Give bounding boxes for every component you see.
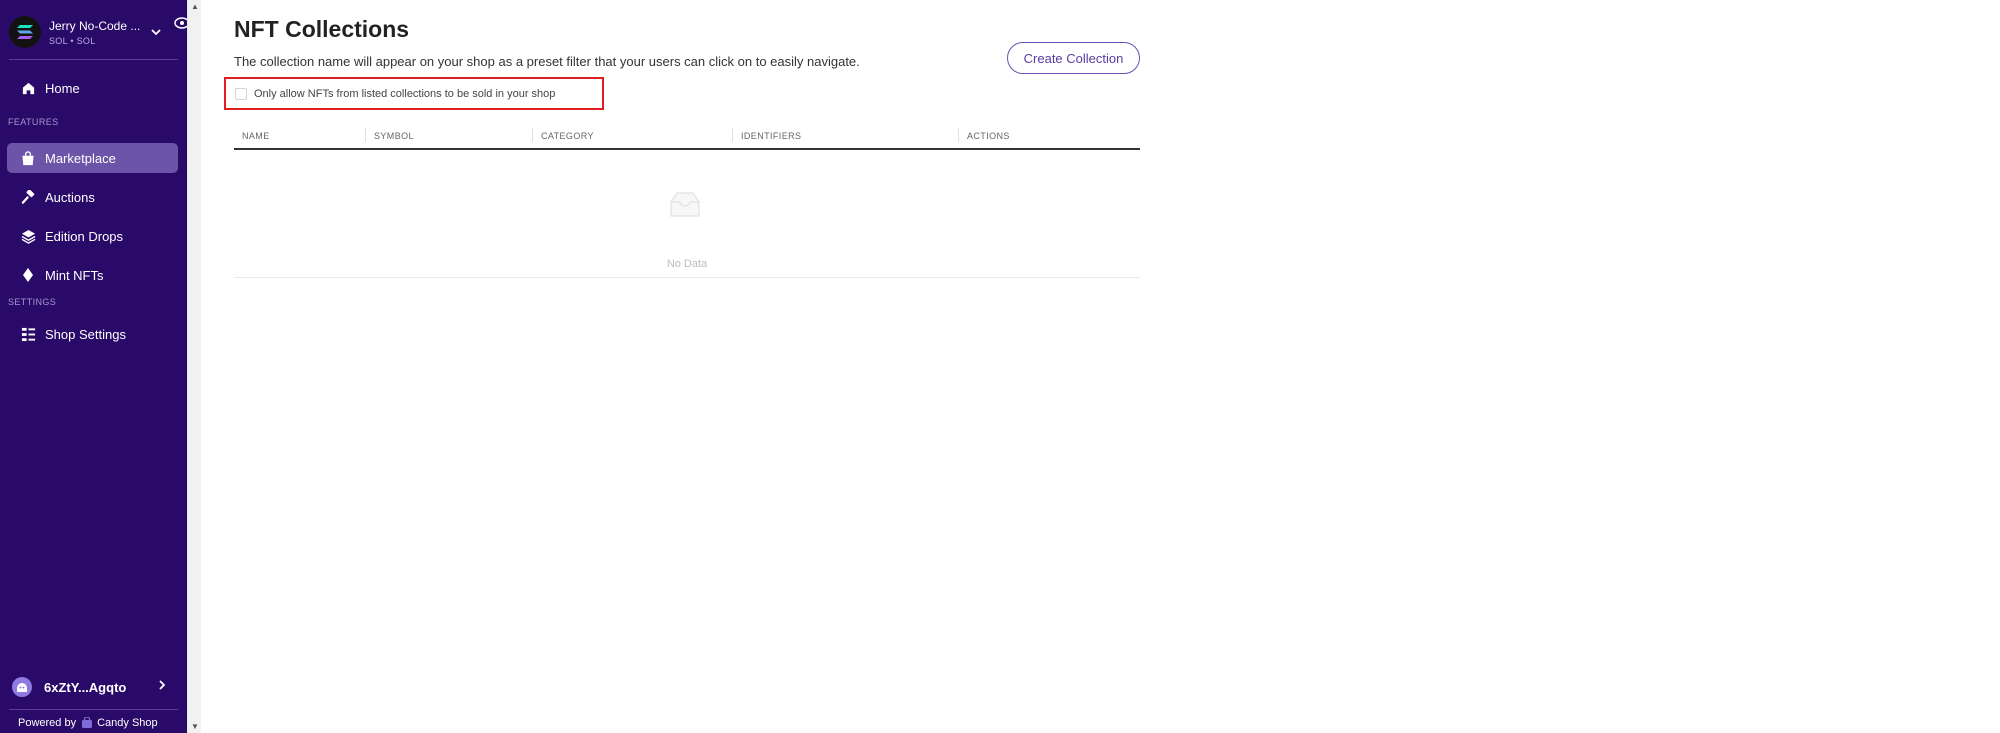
sidebar-item-label: Shop Settings [45, 326, 126, 342]
column-header-category: CATEGORY [541, 131, 594, 141]
sidebar-divider [9, 59, 178, 60]
section-label-features: FEATURES [8, 117, 59, 127]
wallet-button[interactable]: 6xZtY...Agqto [12, 676, 177, 698]
empty-state-text: No Data [666, 258, 708, 270]
column-header-name: NAME [242, 131, 270, 141]
powered-by: Powered by Candy Shop [18, 716, 158, 729]
listed-collections-filter: Only allow NFTs from listed collections … [224, 77, 604, 110]
sidebar-scrollbar[interactable]: ▲ ▼ [187, 0, 201, 733]
chevron-down-icon[interactable] [149, 25, 163, 39]
shop-name: Jerry No-Code ... [49, 18, 141, 33]
empty-inbox-icon [665, 190, 705, 220]
column-header-identifiers: IDENTIFIERS [741, 131, 802, 141]
sidebar-item-shop-settings[interactable]: Shop Settings [7, 319, 178, 349]
listed-collections-label[interactable]: Only allow NFTs from listed collections … [254, 88, 555, 100]
sidebar: Jerry No-Code ... SOL • SOL Home FEATURE… [0, 0, 187, 733]
column-header-symbol: SYMBOL [374, 131, 414, 141]
page-description: The collection name will appear on your … [234, 54, 860, 69]
sidebar-item-label: Edition Drops [45, 228, 124, 244]
powered-by-prefix: Powered by [18, 717, 77, 729]
sidebar-item-edition-drops[interactable]: Edition Drops [7, 221, 178, 251]
table-empty-state: No Data [234, 150, 1140, 278]
sidebar-item-mint-nfts[interactable]: Mint NFTs [7, 260, 178, 290]
sidebar-item-label: Home [45, 80, 80, 96]
shop-meta: Jerry No-Code ... SOL • SOL [49, 19, 145, 46]
collections-table: NAME SYMBOL CATEGORY IDENTIFIERS ACTIONS… [234, 124, 1140, 278]
shop-switcher[interactable]: Jerry No-Code ... SOL • SOL [9, 14, 187, 50]
layers-icon [13, 221, 43, 251]
sidebar-item-marketplace[interactable]: Marketplace [7, 143, 178, 173]
eye-icon[interactable] [173, 14, 187, 32]
gavel-icon [13, 182, 43, 212]
column-header-actions: ACTIONS [967, 131, 1010, 141]
home-icon [13, 73, 43, 103]
sidebar-divider [9, 709, 178, 710]
scroll-down-arrow-icon[interactable]: ▼ [191, 722, 199, 731]
shopping-bag-icon [13, 143, 43, 173]
sidebar-item-auctions[interactable]: Auctions [7, 182, 178, 212]
shop-currency: SOL • SOL [49, 35, 96, 46]
candy-shop-logo-icon [81, 716, 93, 729]
scroll-up-arrow-icon[interactable]: ▲ [191, 2, 199, 11]
wallet-address: 6xZtY...Agqto [44, 679, 127, 695]
create-collection-button[interactable]: Create Collection [1007, 42, 1140, 74]
sidebar-item-label: Mint NFTs [45, 267, 104, 283]
diamond-icon [13, 260, 43, 290]
listed-collections-checkbox[interactable] [235, 87, 247, 100]
table-header: NAME SYMBOL CATEGORY IDENTIFIERS ACTIONS [234, 124, 1140, 150]
app-root: Jerry No-Code ... SOL • SOL Home FEATURE… [0, 0, 2000, 733]
sidebar-item-label: Auctions [45, 189, 95, 205]
sidebar-item-home[interactable]: Home [7, 73, 178, 103]
chevron-right-icon [157, 678, 167, 696]
solana-logo-icon [9, 16, 41, 48]
powered-by-brand[interactable]: Candy Shop [97, 717, 158, 729]
section-label-settings: SETTINGS [8, 297, 57, 307]
sidebar-item-label: Marketplace [45, 150, 116, 166]
settings-list-icon [13, 319, 43, 349]
page-title: NFT Collections [234, 16, 410, 42]
ghost-wallet-icon [12, 677, 32, 697]
